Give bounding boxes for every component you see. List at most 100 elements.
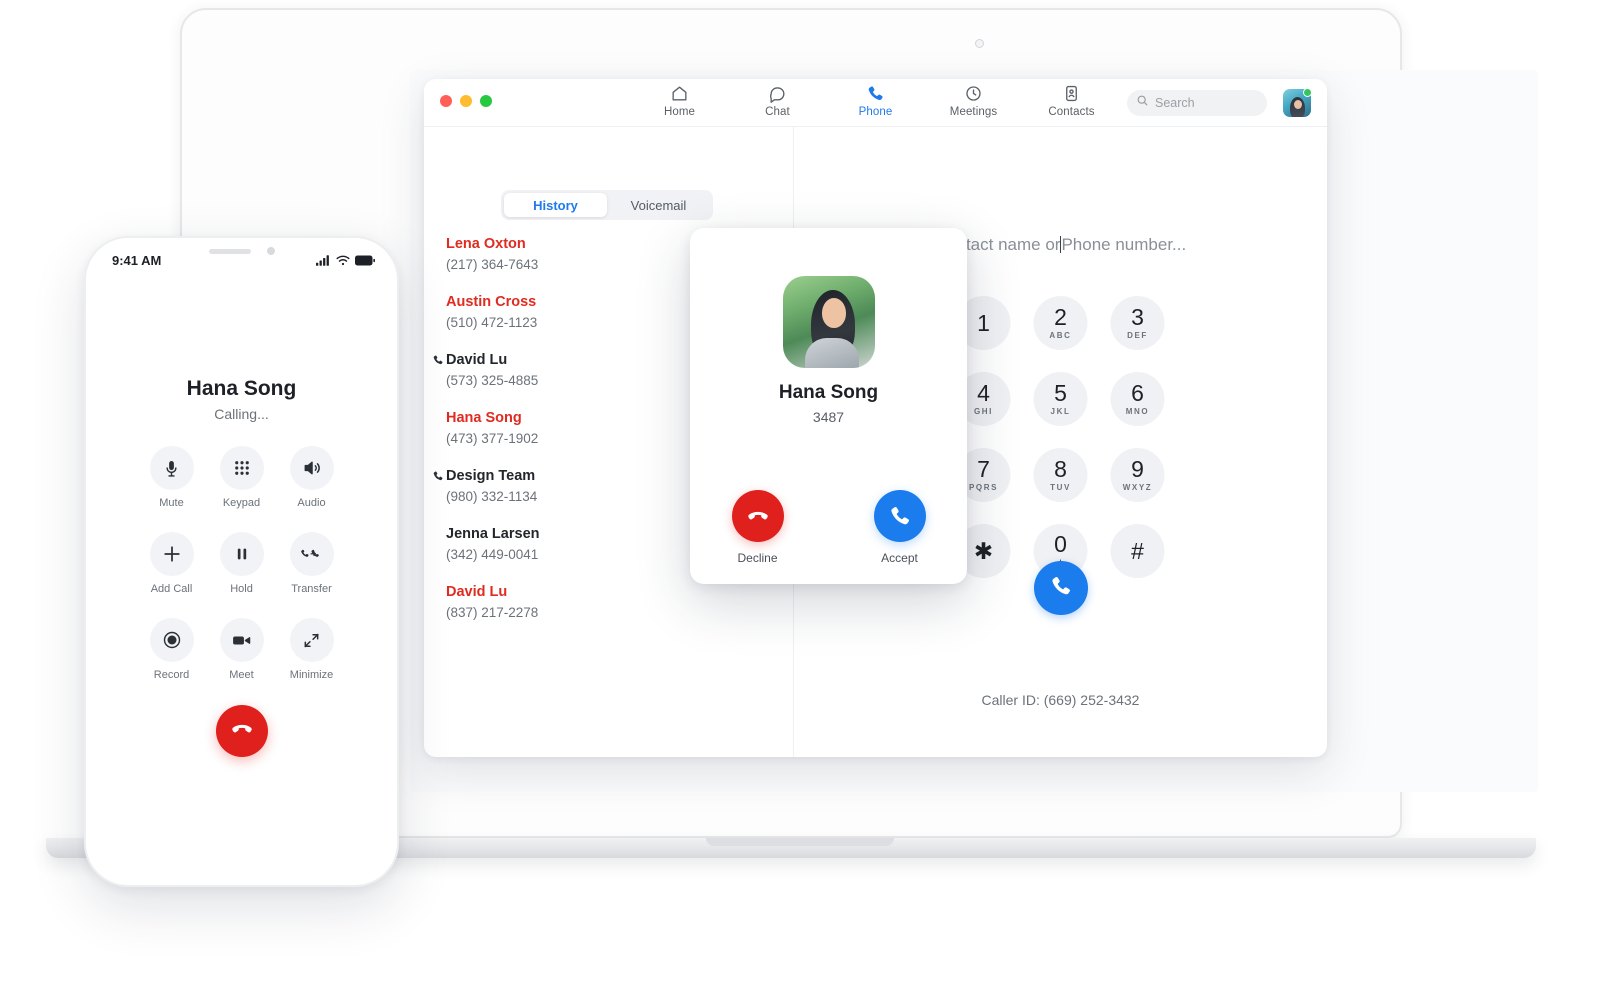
caller-photo-body	[804, 338, 859, 368]
accept-label: Accept	[881, 551, 918, 565]
in-call-controls: Mute Keypad Audio Add Call Hold Transfer…	[137, 446, 347, 704]
key-digit: 7	[977, 456, 990, 482]
transfer-button[interactable]: Transfer	[289, 532, 334, 618]
nav-label-meetings: Meetings	[949, 106, 998, 118]
control-label: Add Call	[150, 583, 193, 595]
accept-call-button[interactable]: Accept	[873, 490, 926, 565]
dialpad-key-9[interactable]: 9 WXYZ	[1110, 448, 1165, 502]
nav-label-contacts: Contacts	[1048, 106, 1095, 118]
control-label: Audio	[297, 497, 326, 509]
nav-tab-contacts[interactable]: Contacts	[1041, 83, 1103, 118]
wifi-icon	[336, 253, 350, 271]
record-icon	[149, 618, 194, 662]
key-letters: JKL	[1050, 407, 1071, 416]
dialpad-key-6[interactable]: 6 MNO	[1110, 372, 1165, 426]
microphone-icon	[149, 446, 194, 490]
nav-label-phone: Phone	[858, 106, 893, 118]
tab-history[interactable]: History	[504, 193, 607, 217]
key-letters: DEF	[1127, 331, 1148, 340]
key-digit: 6	[1131, 380, 1144, 406]
key-letters: MNO	[1125, 407, 1150, 416]
key-digit: ✱	[973, 537, 994, 564]
key-digit: 0	[1054, 531, 1067, 557]
history-voicemail-toggle[interactable]: History Voicemail	[501, 190, 713, 220]
dialpad-key-hash[interactable]: #	[1110, 524, 1165, 578]
key-letters: GHI	[973, 407, 994, 416]
title-bar: Home Chat Phone Meetings Contacts Search	[424, 79, 1327, 127]
key-letters: ABC	[1049, 331, 1072, 340]
dialpad: 1 2 ABC 3 DEF 4 GHI 5 JKL 6 MNO 7 PQRS 8…	[945, 296, 1176, 600]
nav-tab-phone[interactable]: Phone	[845, 83, 907, 118]
minimize-icon	[289, 618, 334, 662]
key-letters: TUV	[1050, 483, 1071, 492]
phone-speaker	[208, 248, 251, 254]
key-digit: #	[1131, 537, 1144, 564]
hold-button[interactable]: Hold	[219, 532, 264, 618]
key-letters: PQRS	[968, 483, 999, 492]
nav-label-home: Home	[663, 106, 696, 118]
call-number: (837) 217-2278	[446, 605, 539, 620]
search-placeholder: Search	[1155, 96, 1195, 110]
dialer-placeholder-right: Phone number...	[1061, 235, 1187, 254]
search-input[interactable]: Search	[1127, 90, 1267, 116]
meet-button[interactable]: Meet	[219, 618, 264, 704]
dialpad-key-5[interactable]: 5 JKL	[1033, 372, 1088, 426]
transfer-icon	[289, 532, 334, 576]
control-label: Meet	[229, 669, 254, 681]
hangup-icon	[731, 490, 784, 542]
status-bar-icons	[316, 253, 375, 271]
pause-icon	[219, 532, 264, 576]
place-call-button[interactable]	[1033, 561, 1088, 615]
dialpad-key-8[interactable]: 8 TUV	[1033, 448, 1088, 502]
tab-voicemail[interactable]: Voicemail	[607, 193, 710, 217]
call-history-row[interactable]: David Lu (837) 217-2278	[424, 583, 793, 641]
dialpad-key-3[interactable]: 3 DEF	[1110, 296, 1165, 350]
control-label: Transfer	[291, 583, 332, 595]
status-bar-time: 9:41 AM	[112, 253, 162, 268]
key-digit: 5	[1054, 380, 1067, 406]
phone-front-camera-icon	[266, 247, 275, 255]
mute-button[interactable]: Mute	[149, 446, 194, 532]
control-label: Mute	[159, 497, 184, 509]
key-digit: 4	[977, 380, 990, 406]
plus-icon	[149, 532, 194, 576]
home-icon	[670, 83, 689, 103]
record-button[interactable]: Record	[149, 618, 194, 704]
minimize-button[interactable]: Minimize	[289, 618, 334, 704]
end-call-button[interactable]	[215, 705, 268, 757]
incoming-call-actions: Decline Accept	[690, 490, 967, 565]
decline-call-button[interactable]: Decline	[731, 490, 784, 565]
call-name: David Lu	[446, 584, 508, 600]
decline-label: Decline	[737, 551, 778, 565]
clock-icon	[964, 83, 983, 103]
caller-photo-face	[821, 298, 846, 328]
caller-extension: 3487	[812, 409, 845, 425]
control-label: Record	[153, 669, 190, 681]
phone-notch	[162, 238, 321, 266]
nav-tab-meetings[interactable]: Meetings	[943, 83, 1005, 118]
keypad-icon	[219, 446, 264, 490]
key-digit: 8	[1054, 456, 1067, 482]
signal-icon	[316, 253, 331, 271]
video-camera-icon	[219, 618, 264, 662]
key-digit: 2	[1054, 304, 1067, 330]
nav-tab-chat[interactable]: Chat	[747, 83, 809, 118]
keypad-button[interactable]: Keypad	[219, 446, 264, 532]
mobile-phone-mockup: 9:41 AM Hana Song Calling... Mute Keypad…	[84, 236, 399, 887]
nav-tab-home[interactable]: Home	[649, 83, 711, 118]
dialpad-key-2[interactable]: 2 ABC	[1033, 296, 1088, 350]
control-label: Minimize	[289, 669, 334, 681]
add-call-button[interactable]: Add Call	[149, 532, 194, 618]
outgoing-call-icon	[432, 469, 446, 483]
user-avatar[interactable]	[1283, 88, 1312, 117]
control-label: Keypad	[222, 497, 261, 509]
caller-id-label: Caller ID: (669) 252-3432	[981, 692, 1140, 708]
caller-name: Hana Song	[778, 382, 879, 403]
search-icon	[1136, 94, 1149, 112]
active-call-state: Calling...	[214, 406, 269, 422]
active-call-name: Hana Song	[186, 377, 297, 400]
audio-button[interactable]: Audio	[289, 446, 334, 532]
key-digit: 1	[977, 309, 990, 336]
nav-label-chat: Chat	[765, 106, 790, 118]
phone-icon	[1049, 574, 1073, 603]
